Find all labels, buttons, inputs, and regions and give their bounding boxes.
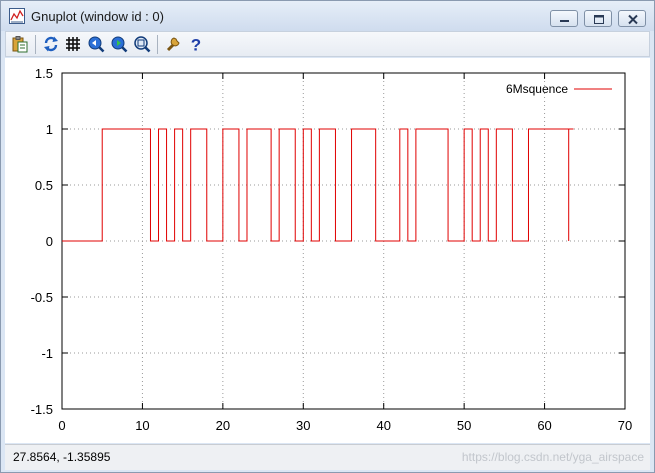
y-tick-label: 0.5: [35, 178, 53, 193]
copy-to-clipboard-icon[interactable]: [11, 35, 29, 53]
gnuplot-app-icon: [9, 8, 25, 24]
x-tick-label: 50: [457, 418, 471, 433]
x-tick-label: 0: [58, 418, 65, 433]
toolbar-separator: [35, 35, 36, 54]
help-icon[interactable]: ?: [187, 35, 205, 54]
y-tick-label: -1: [41, 346, 53, 361]
zoom-previous-icon[interactable]: [87, 35, 105, 53]
cursor-coordinates: 27.8564, -1.35895: [13, 450, 111, 464]
watermark-text: https://blog.csdn.net/yga_airspace: [461, 450, 644, 464]
autoscale-icon[interactable]: [133, 35, 151, 53]
y-tick-label: 0: [46, 234, 53, 249]
legend-label: 6Msquence: [506, 82, 568, 96]
x-tick-label: 70: [618, 418, 632, 433]
minimize-icon: [560, 20, 569, 22]
title-bar[interactable]: Gnuplot (window id : 0): [1, 1, 654, 31]
close-icon: [628, 14, 638, 25]
maximize-icon: [594, 15, 604, 24]
close-button[interactable]: [618, 10, 646, 27]
replot-icon[interactable]: [42, 35, 60, 53]
y-tick-label: 1.5: [35, 66, 53, 81]
window-title: Gnuplot (window id : 0): [31, 9, 164, 24]
options-icon[interactable]: [164, 35, 182, 53]
x-tick-label: 10: [135, 418, 149, 433]
status-bar: 27.8564, -1.35895 https://blog.csdn.net/…: [5, 444, 650, 470]
grid-icon[interactable]: [64, 35, 82, 53]
minimize-button[interactable]: [550, 10, 578, 27]
toolbar-separator: [157, 35, 158, 54]
y-tick-label: -1.5: [31, 402, 53, 417]
maximize-button[interactable]: [584, 10, 612, 27]
svg-text:?: ?: [191, 36, 201, 54]
y-tick-label: -0.5: [31, 290, 53, 305]
x-tick-label: 20: [216, 418, 230, 433]
gnuplot-window: Gnuplot (window id : 0) ? 0 10 20 30 40 …: [0, 0, 655, 473]
x-tick-label: 40: [376, 418, 390, 433]
x-tick-label: 30: [296, 418, 310, 433]
toolbar: ?: [5, 31, 650, 57]
zoom-next-icon[interactable]: [110, 35, 128, 53]
y-tick-label: 1: [46, 122, 53, 137]
plot-area[interactable]: 0 10 20 30 40 50 60 70 1.5 1 0.5 0 -0.5 -1 -1.5 6Msquen…: [5, 58, 650, 443]
x-tick-label: 60: [537, 418, 551, 433]
chart[interactable]: 0 10 20 30 40 50 60 70 1.5 1 0.5 0 -0.5 -1 -1.5 6Msquen…: [5, 58, 650, 443]
